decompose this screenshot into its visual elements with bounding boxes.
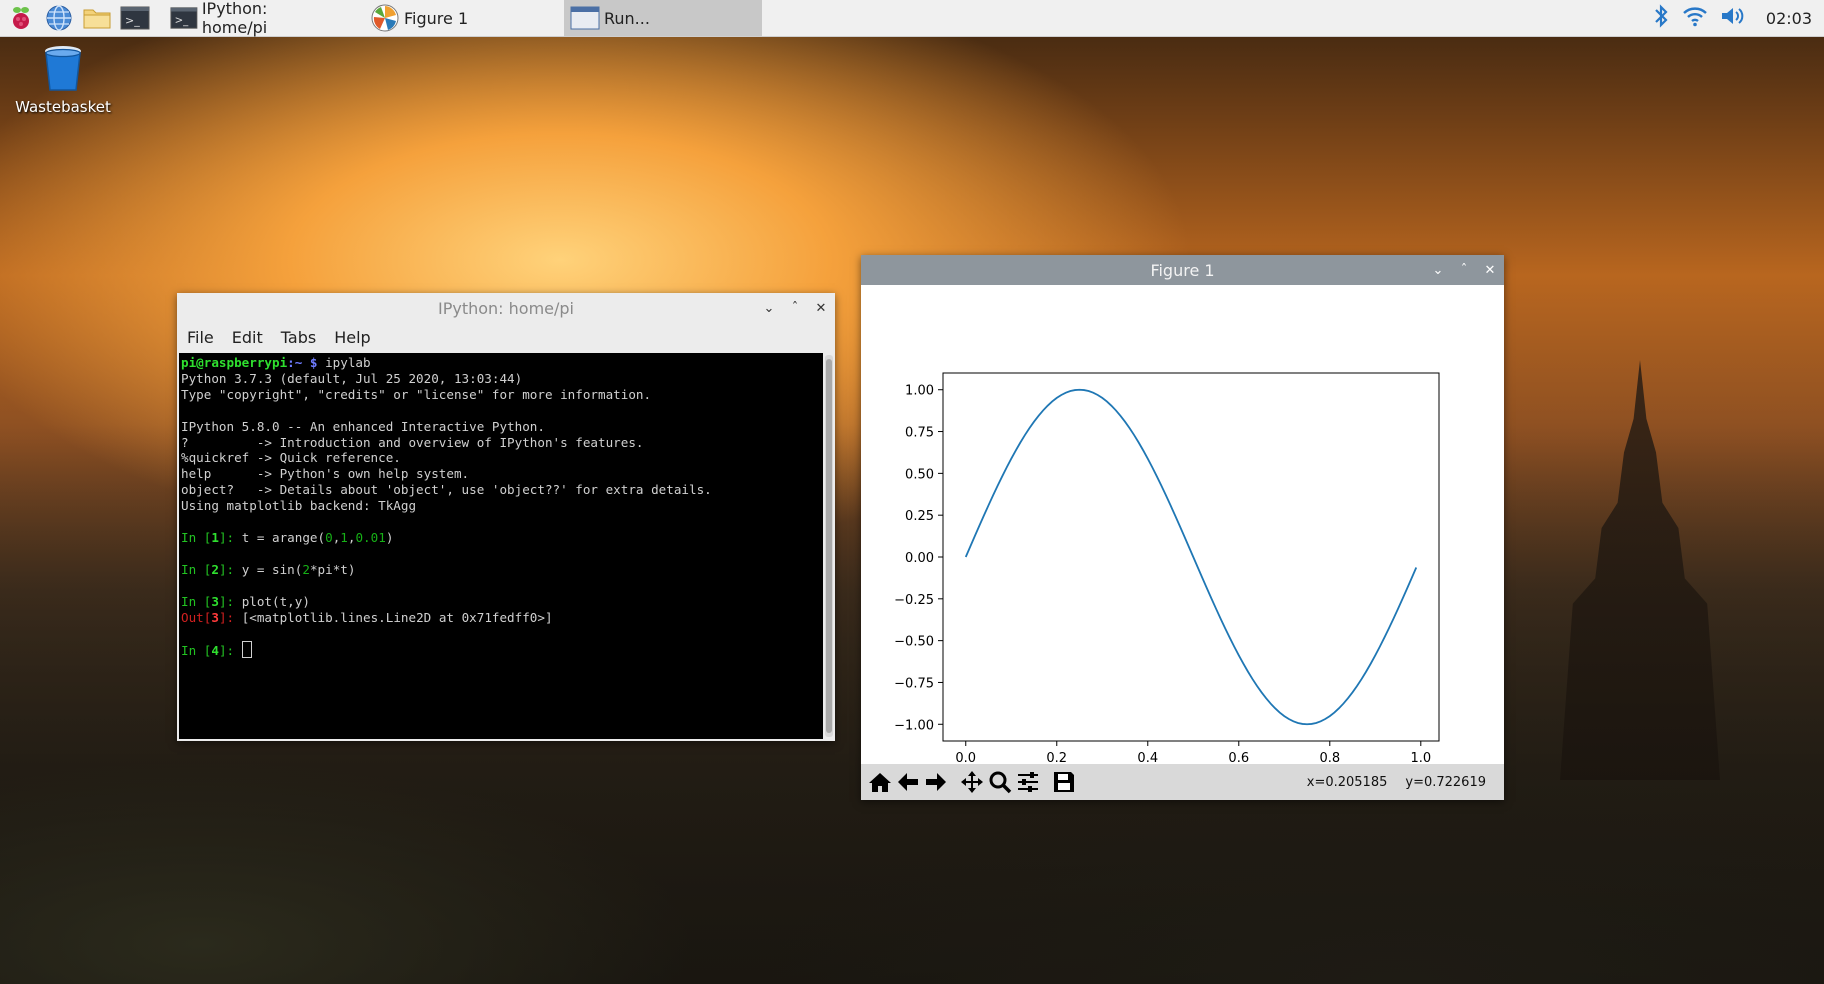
banner-line: Python 3.7.3 (default, Jul 25 2020, 13:0… <box>181 370 523 386</box>
svg-text:>_: >_ <box>125 14 140 27</box>
banner-line: IPython 5.8.0 -- An enhanced Interactive… <box>181 418 545 434</box>
taskbar-task-ipython[interactable]: >_ IPython: home/pi <box>164 0 334 37</box>
text-cursor <box>241 641 252 659</box>
y-tick-label: 1.00 <box>905 384 934 399</box>
banner-line: Type "copyright", "credits" or "license"… <box>181 386 652 402</box>
task-label: IPython: home/pi <box>201 0 268 37</box>
bluetooth-icon[interactable] <box>1652 3 1670 33</box>
figure-canvas[interactable]: 1.00 0.75 0.50 0.25 0.00 −0.25 −0.50 −0.75 −1.00… <box>861 285 1504 766</box>
banner-line: object? -> Details about 'object', use '… <box>181 482 712 498</box>
blank-line: ​ <box>181 578 821 594</box>
banner-line: help -> Python's own help system. <box>181 466 470 482</box>
scrollbar-thumb[interactable] <box>826 359 832 733</box>
terminal-icon: >_ <box>170 7 198 29</box>
volume-icon[interactable] <box>1720 5 1748 31</box>
window-titlebar[interactable]: IPython: home/pi ⌄ ˆ ✕ <box>177 293 835 323</box>
configure-subplots-icon[interactable] <box>1015 769 1041 795</box>
taskbar-task-run[interactable]: Run... <box>564 0 762 36</box>
maximize-icon[interactable]: ˆ <box>1456 262 1472 278</box>
figure-toolbar: x=0.205185 y=0.722619 <box>861 764 1504 800</box>
x-tick-label: 0.4 <box>1137 751 1158 764</box>
menu-help[interactable]: Help <box>334 328 370 347</box>
menu-file[interactable]: File <box>187 328 214 347</box>
close-icon[interactable]: ✕ <box>1482 262 1498 278</box>
series-line-sin <box>964 388 1418 726</box>
matplotlib-icon <box>371 4 399 32</box>
y-tick-label: 0.25 <box>905 509 934 524</box>
web-browser-icon[interactable] <box>42 1 76 35</box>
banner-line: ? -> Introduction and overview of IPytho… <box>181 434 644 450</box>
input-line-4: In [4]: <box>181 641 821 659</box>
home-icon[interactable] <box>867 769 893 795</box>
desktop-icon-wastebasket[interactable]: Wastebasket <box>10 44 116 116</box>
y-tick-label: −0.50 <box>894 635 934 650</box>
desktop-icon-label: Wastebasket <box>15 98 111 116</box>
axes-frame <box>942 372 1440 742</box>
x-tick-label: 0.6 <box>1228 751 1249 764</box>
clock[interactable]: 02:03 <box>1766 9 1812 28</box>
y-tick-label: 0.50 <box>905 467 934 482</box>
banner-line: ​ <box>181 403 821 419</box>
menu-bar: File Edit Tabs Help <box>177 323 835 351</box>
y-tick-label: 0.00 <box>905 551 934 566</box>
y-tick-label: −0.75 <box>894 676 934 691</box>
save-icon[interactable] <box>1051 769 1077 795</box>
y-tick-label: −0.25 <box>894 593 934 608</box>
wifi-icon[interactable] <box>1682 5 1708 31</box>
coord-y: y=0.722619 <box>1405 774 1486 790</box>
input-line-1: In [1]: t = arange(0,1,0.01) <box>181 529 394 545</box>
x-tick-label: 0.0 <box>955 751 976 764</box>
blank-line: ​ <box>181 625 821 641</box>
close-icon[interactable]: ✕ <box>813 300 829 316</box>
window-title: Figure 1 <box>1150 260 1215 280</box>
blank-line: ​ <box>181 514 821 530</box>
terminal-output[interactable]: pi@raspberrypi:~ $ ipylab Python 3.7.3 (d… <box>179 353 823 739</box>
input-line-3: In [3]: plot(t,y) <box>181 593 310 609</box>
y-tick-label: 0.75 <box>905 426 934 441</box>
minimize-icon[interactable]: ⌄ <box>761 300 777 316</box>
terminal-window[interactable]: IPython: home/pi ⌄ ˆ ✕ File Edit Tabs He… <box>177 293 835 741</box>
blank-line: ​ <box>181 546 821 562</box>
banner-line: Using matplotlib backend: TkAgg <box>181 498 417 514</box>
window-icon <box>570 6 600 30</box>
maximize-icon[interactable]: ˆ <box>787 300 803 316</box>
taskbar-task-figure[interactable]: Figure 1 <box>364 0 564 36</box>
raspberry-menu-icon[interactable] <box>4 1 38 35</box>
output-line-3: Out[3]: [<matplotlib.lines.Line2D at 0x7… <box>181 609 553 625</box>
y-tick-label: −1.00 <box>894 718 934 733</box>
pan-icon[interactable] <box>959 769 985 795</box>
cursor-coordinates: x=0.205185 y=0.722619 <box>1307 775 1504 790</box>
menu-tabs[interactable]: Tabs <box>281 328 316 347</box>
window-title: IPython: home/pi <box>437 298 574 318</box>
window-titlebar[interactable]: Figure 1 ⌄ ˆ ✕ <box>861 255 1504 285</box>
terminal-scrollbar[interactable] <box>825 355 833 737</box>
line-chart[interactable]: 1.00 0.75 0.50 0.25 0.00 −0.25 −0.50 −0.75 −1.00… <box>861 285 1504 766</box>
zoom-icon[interactable] <box>987 769 1013 795</box>
terminal-icon[interactable]: >_ <box>118 1 152 35</box>
svg-text:>_: >_ <box>175 16 190 27</box>
menu-edit[interactable]: Edit <box>232 328 263 347</box>
minimize-icon[interactable]: ⌄ <box>1430 262 1446 278</box>
task-label: Figure 1 <box>404 8 469 28</box>
task-label: Run... <box>604 8 650 28</box>
banner-line: %quickref -> Quick reference. <box>181 450 401 466</box>
forward-icon[interactable] <box>923 769 949 795</box>
trash-icon <box>45 46 81 91</box>
coord-x: x=0.205185 <box>1306 774 1388 790</box>
x-tick-label: 0.8 <box>1319 751 1340 764</box>
file-manager-icon[interactable] <box>80 1 114 35</box>
shell-prompt-line: pi@raspberrypi:~ $ ipylab <box>181 355 371 370</box>
back-icon[interactable] <box>895 769 921 795</box>
x-tick-label: 1.0 <box>1410 751 1431 764</box>
input-line-2: In [2]: y = sin(2*pi*t) <box>181 561 356 577</box>
system-tray: 02:03 <box>1652 3 1824 33</box>
taskbar: >_ >_ IPython: home/pi Figure 1 Run... 0… <box>0 0 1824 37</box>
x-tick-label: 0.2 <box>1046 751 1067 764</box>
figure-window[interactable]: Figure 1 ⌄ ˆ ✕ 1.00 0.75 0.50 0.25 0.00 −0.25… <box>861 255 1504 800</box>
